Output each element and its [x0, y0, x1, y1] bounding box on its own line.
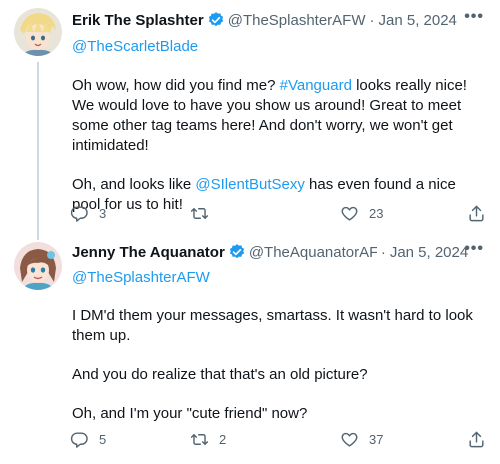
like-button[interactable]: 37	[340, 430, 383, 449]
paragraph: I DM'd them your messages, smartass. It …	[72, 307, 473, 344]
reply-icon	[70, 432, 88, 448]
display-name[interactable]: Jenny The Aquanator	[72, 244, 225, 261]
heart-icon	[341, 206, 358, 221]
separator-dot: ·	[380, 243, 386, 261]
avatar-illustration	[14, 242, 62, 290]
more-options-icon[interactable]: •••	[464, 9, 484, 25]
action-bar: 5 2 37	[70, 430, 486, 450]
hashtag-link[interactable]: #Vanguard	[280, 77, 352, 94]
share-button[interactable]	[467, 430, 486, 449]
display-name[interactable]: Erik The Splashter	[72, 12, 204, 29]
tweet-text: I DM'd them your messages, smartass. It …	[72, 306, 486, 443]
tweet-header: Erik The Splashter @TheSplashterAFW · Ja…	[72, 9, 484, 30]
tweet-header: Jenny The Aquanator @TheAquanatorAF' · J…	[72, 241, 484, 262]
retweet-button[interactable]	[190, 204, 219, 223]
tweet-jenny[interactable]: Jenny The Aquanator @TheAquanatorAF' · J…	[0, 241, 500, 464]
reply-button[interactable]: 5	[70, 430, 106, 449]
replying-to-handle[interactable]: @TheScarletBlade	[72, 38, 198, 55]
reply-button[interactable]: 3	[70, 204, 106, 223]
paragraph: And you do realize that that's an old pi…	[72, 366, 368, 383]
handle[interactable]: @TheAquanatorAF'	[249, 244, 377, 261]
heart-icon	[341, 432, 358, 447]
text-segment: Oh wow, how did you find me?	[72, 77, 280, 94]
like-button[interactable]: 23	[340, 204, 383, 223]
separator-dot: ·	[369, 11, 375, 29]
tweet-erik[interactable]: Erik The Splashter @TheSplashterAFW · Ja…	[0, 0, 500, 242]
more-options-icon[interactable]: •••	[464, 241, 484, 257]
retweet-button[interactable]: 2	[190, 430, 226, 449]
paragraph: Oh, and I'm your "cute friend" now?	[72, 405, 308, 422]
avatar[interactable]	[14, 242, 62, 290]
avatar[interactable]	[14, 8, 62, 56]
verified-badge-icon[interactable]	[207, 11, 225, 29]
like-count: 37	[369, 432, 384, 447]
action-bar: 3 23	[70, 204, 486, 224]
timestamp[interactable]: Jan 5, 2024	[379, 12, 457, 29]
retweet-icon	[190, 434, 209, 445]
avatar-illustration	[14, 8, 62, 56]
timestamp[interactable]: Jan 5, 2024	[390, 244, 468, 261]
reply-count: 3	[99, 206, 107, 221]
share-icon	[469, 431, 484, 448]
mention-link[interactable]: @SIlentButSexy	[195, 176, 304, 193]
share-button[interactable]	[467, 204, 486, 223]
text-segment: Oh, and looks like	[72, 176, 196, 193]
handle[interactable]: @TheSplashterAFW	[228, 12, 366, 29]
share-icon	[469, 205, 484, 222]
replying-to-handle[interactable]: @TheSplashterAFW	[72, 269, 210, 286]
retweet-count: 2	[219, 432, 227, 447]
like-count: 23	[369, 206, 384, 221]
paragraph: Oh wow, how did you find me? #Vanguard l…	[72, 76, 486, 156]
reply-icon	[70, 206, 88, 222]
verified-badge-icon[interactable]	[228, 243, 246, 261]
retweet-icon	[190, 208, 209, 219]
reply-count: 5	[99, 432, 107, 447]
